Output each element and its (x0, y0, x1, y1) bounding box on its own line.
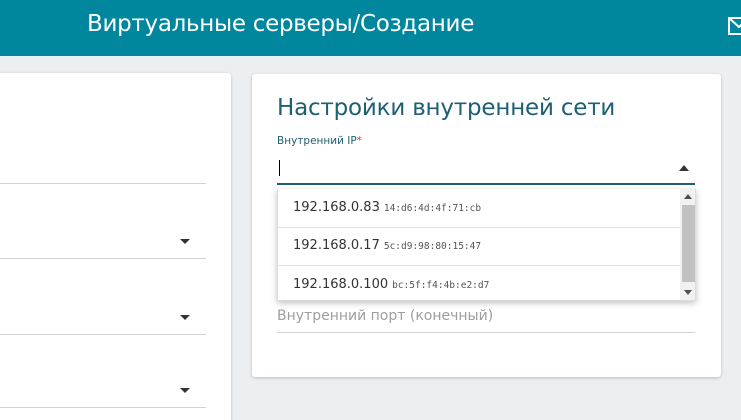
text-cursor (279, 160, 280, 176)
internal-ip-input[interactable] (277, 156, 695, 185)
header-bar: Виртуальные серверы/Создание (0, 0, 741, 56)
select-underline (0, 258, 206, 259)
option-ip: 192.168.0.83 (293, 200, 380, 215)
dropdown-option[interactable]: 192.168.0.83 14:d6:4d:4f:71:cb (278, 189, 680, 228)
select-underline (0, 334, 206, 335)
select-underline (0, 407, 206, 408)
required-mark: * (356, 135, 362, 147)
option-ip: 192.168.0.17 (293, 238, 380, 253)
select-arrow-icon[interactable] (180, 239, 190, 244)
scroll-up-icon[interactable] (684, 194, 692, 199)
dropdown-option[interactable]: 192.168.0.17 5c:d9:98:80:15:47 (278, 227, 680, 266)
option-mac: bc:5f:f4:4b:e2:d7 (392, 280, 490, 291)
select-arrow-icon[interactable] (180, 388, 190, 393)
dropdown-scrollbar[interactable] (680, 189, 695, 300)
scroll-down-icon[interactable] (684, 290, 692, 295)
scrollbar-thumb[interactable] (682, 205, 695, 282)
option-mac: 14:d6:4d:4f:71:cb (383, 203, 482, 214)
port-end-underline (277, 332, 695, 333)
mail-icon[interactable] (728, 16, 741, 36)
chevron-up-icon[interactable] (679, 165, 689, 171)
field-underline (0, 183, 206, 184)
page-title: Виртуальные серверы/Создание (87, 11, 475, 37)
left-settings-card (0, 73, 231, 420)
internal-ip-label: Внутренний IP* (277, 135, 362, 147)
select-arrow-icon[interactable] (180, 315, 190, 320)
option-ip: 192.168.0.100 (293, 277, 389, 292)
internal-port-end-field[interactable]: Внутренний порт (конечный) (277, 308, 493, 324)
section-title: Настройки внутренней сети (277, 95, 616, 121)
option-mac: 5c:d9:98:80:15:47 (383, 241, 482, 252)
ip-dropdown-list: 192.168.0.83 14:d6:4d:4f:71:cb 192.168.0.… (277, 189, 696, 301)
dropdown-option[interactable]: 192.168.0.100 bc:5f:f4:4b:e2:d7 (278, 266, 680, 300)
